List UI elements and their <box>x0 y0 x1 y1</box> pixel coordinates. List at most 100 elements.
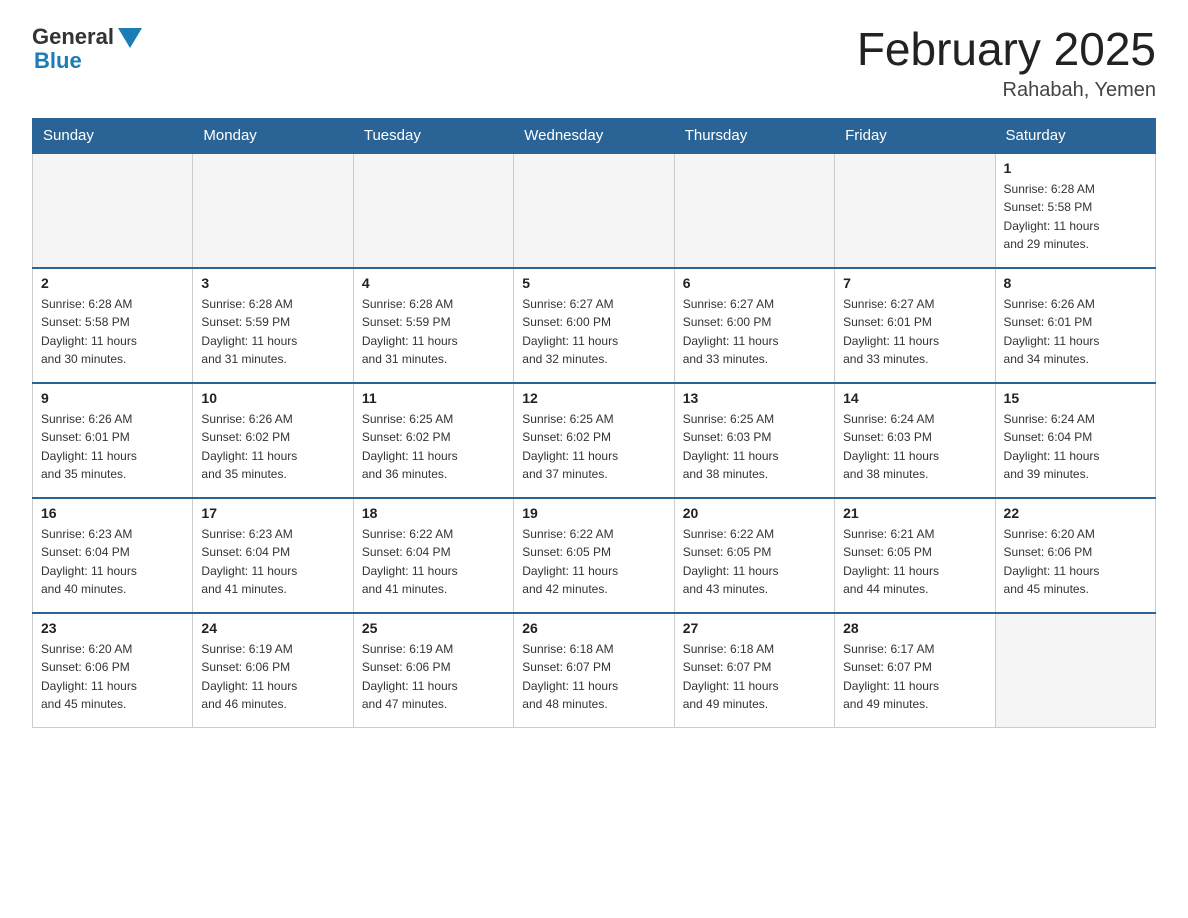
day-info: Sunrise: 6:23 AMSunset: 6:04 PMDaylight:… <box>201 525 344 599</box>
calendar-cell: 13 Sunrise: 6:25 AMSunset: 6:03 PMDayligh… <box>674 383 834 498</box>
day-number: 12 <box>522 390 665 406</box>
day-number: 15 <box>1004 390 1147 406</box>
day-number: 1 <box>1004 160 1147 176</box>
calendar-cell: 6 Sunrise: 6:27 AMSunset: 6:00 PMDaylight… <box>674 268 834 383</box>
calendar-cell <box>514 153 674 268</box>
calendar-week-row: 2 Sunrise: 6:28 AMSunset: 5:58 PMDaylight… <box>33 268 1156 383</box>
calendar-cell <box>995 613 1155 728</box>
calendar-week-row: 1 Sunrise: 6:28 AMSunset: 5:58 PMDaylight… <box>33 153 1156 268</box>
calendar-cell: 25 Sunrise: 6:19 AMSunset: 6:06 PMDayligh… <box>353 613 513 728</box>
day-number: 9 <box>41 390 184 406</box>
calendar-cell: 17 Sunrise: 6:23 AMSunset: 6:04 PMDayligh… <box>193 498 353 613</box>
logo-general-text: General <box>32 24 114 50</box>
day-info: Sunrise: 6:28 AMSunset: 5:58 PMDaylight:… <box>41 295 184 369</box>
day-info: Sunrise: 6:28 AMSunset: 5:58 PMDaylight:… <box>1004 180 1147 254</box>
day-number: 17 <box>201 505 344 521</box>
title-block: February 2025 Rahabah, Yemen <box>857 24 1156 102</box>
page-header: General Blue February 2025 Rahabah, Yeme… <box>32 24 1156 102</box>
calendar-header-sunday: Sunday <box>33 118 193 153</box>
day-info: Sunrise: 6:19 AMSunset: 6:06 PMDaylight:… <box>362 640 505 714</box>
day-info: Sunrise: 6:26 AMSunset: 6:01 PMDaylight:… <box>41 410 184 484</box>
day-info: Sunrise: 6:27 AMSunset: 6:00 PMDaylight:… <box>683 295 826 369</box>
calendar-cell <box>193 153 353 268</box>
day-number: 28 <box>843 620 986 636</box>
calendar-cell: 21 Sunrise: 6:21 AMSunset: 6:05 PMDayligh… <box>835 498 995 613</box>
day-number: 4 <box>362 275 505 291</box>
calendar-cell: 16 Sunrise: 6:23 AMSunset: 6:04 PMDayligh… <box>33 498 193 613</box>
day-info: Sunrise: 6:23 AMSunset: 6:04 PMDaylight:… <box>41 525 184 599</box>
calendar-cell: 26Sunrise: 6:18 AMSunset: 6:07 PMDayligh… <box>514 613 674 728</box>
calendar-cell: 10 Sunrise: 6:26 AMSunset: 6:02 PMDayligh… <box>193 383 353 498</box>
calendar-table: SundayMondayTuesdayWednesdayThursdayFrid… <box>32 118 1156 729</box>
calendar-cell: 11 Sunrise: 6:25 AMSunset: 6:02 PMDayligh… <box>353 383 513 498</box>
calendar-cell: 7 Sunrise: 6:27 AMSunset: 6:01 PMDaylight… <box>835 268 995 383</box>
day-info: Sunrise: 6:20 AMSunset: 6:06 PMDaylight:… <box>1004 525 1147 599</box>
calendar-header-monday: Monday <box>193 118 353 153</box>
calendar-cell <box>674 153 834 268</box>
day-number: 13 <box>683 390 826 406</box>
page-title: February 2025 <box>857 24 1156 75</box>
calendar-week-row: 16 Sunrise: 6:23 AMSunset: 6:04 PMDayligh… <box>33 498 1156 613</box>
day-number: 27 <box>683 620 826 636</box>
day-info: Sunrise: 6:22 AMSunset: 6:05 PMDaylight:… <box>522 525 665 599</box>
calendar-header-row: SundayMondayTuesdayWednesdayThursdayFrid… <box>33 118 1156 153</box>
day-number: 25 <box>362 620 505 636</box>
calendar-cell: 8 Sunrise: 6:26 AMSunset: 6:01 PMDaylight… <box>995 268 1155 383</box>
day-info: Sunrise: 6:19 AMSunset: 6:06 PMDaylight:… <box>201 640 344 714</box>
logo-blue-text: Blue <box>34 48 82 74</box>
day-number: 14 <box>843 390 986 406</box>
day-number: 7 <box>843 275 986 291</box>
calendar-cell: 27Sunrise: 6:18 AMSunset: 6:07 PMDayligh… <box>674 613 834 728</box>
logo: General Blue <box>32 24 142 74</box>
calendar-cell: 5 Sunrise: 6:27 AMSunset: 6:00 PMDaylight… <box>514 268 674 383</box>
day-number: 19 <box>522 505 665 521</box>
day-info: Sunrise: 6:28 AMSunset: 5:59 PMDaylight:… <box>201 295 344 369</box>
day-info: Sunrise: 6:20 AMSunset: 6:06 PMDaylight:… <box>41 640 184 714</box>
logo-triangle-icon <box>118 28 142 48</box>
calendar-cell: 15Sunrise: 6:24 AMSunset: 6:04 PMDayligh… <box>995 383 1155 498</box>
day-info: Sunrise: 6:25 AMSunset: 6:03 PMDaylight:… <box>683 410 826 484</box>
calendar-cell: 22 Sunrise: 6:20 AMSunset: 6:06 PMDayligh… <box>995 498 1155 613</box>
day-number: 22 <box>1004 505 1147 521</box>
day-info: Sunrise: 6:24 AMSunset: 6:03 PMDaylight:… <box>843 410 986 484</box>
day-info: Sunrise: 6:27 AMSunset: 6:01 PMDaylight:… <box>843 295 986 369</box>
day-info: Sunrise: 6:22 AMSunset: 6:05 PMDaylight:… <box>683 525 826 599</box>
calendar-cell: 4 Sunrise: 6:28 AMSunset: 5:59 PMDaylight… <box>353 268 513 383</box>
calendar-cell: 28Sunrise: 6:17 AMSunset: 6:07 PMDayligh… <box>835 613 995 728</box>
day-number: 18 <box>362 505 505 521</box>
day-number: 2 <box>41 275 184 291</box>
calendar-header-saturday: Saturday <box>995 118 1155 153</box>
day-number: 10 <box>201 390 344 406</box>
calendar-cell <box>835 153 995 268</box>
day-number: 24 <box>201 620 344 636</box>
calendar-header-tuesday: Tuesday <box>353 118 513 153</box>
day-info: Sunrise: 6:26 AMSunset: 6:02 PMDaylight:… <box>201 410 344 484</box>
day-number: 16 <box>41 505 184 521</box>
day-info: Sunrise: 6:27 AMSunset: 6:00 PMDaylight:… <box>522 295 665 369</box>
day-number: 26 <box>522 620 665 636</box>
day-info: Sunrise: 6:25 AMSunset: 6:02 PMDaylight:… <box>362 410 505 484</box>
day-number: 6 <box>683 275 826 291</box>
day-number: 11 <box>362 390 505 406</box>
calendar-cell <box>353 153 513 268</box>
calendar-cell: 12 Sunrise: 6:25 AMSunset: 6:02 PMDayligh… <box>514 383 674 498</box>
calendar-cell: 9 Sunrise: 6:26 AMSunset: 6:01 PMDaylight… <box>33 383 193 498</box>
day-number: 20 <box>683 505 826 521</box>
day-info: Sunrise: 6:28 AMSunset: 5:59 PMDaylight:… <box>362 295 505 369</box>
day-number: 8 <box>1004 275 1147 291</box>
calendar-cell: 19 Sunrise: 6:22 AMSunset: 6:05 PMDayligh… <box>514 498 674 613</box>
day-info: Sunrise: 6:21 AMSunset: 6:05 PMDaylight:… <box>843 525 986 599</box>
day-number: 3 <box>201 275 344 291</box>
calendar-cell: 20 Sunrise: 6:22 AMSunset: 6:05 PMDayligh… <box>674 498 834 613</box>
calendar-header-wednesday: Wednesday <box>514 118 674 153</box>
day-info: Sunrise: 6:26 AMSunset: 6:01 PMDaylight:… <box>1004 295 1147 369</box>
day-info: Sunrise: 6:25 AMSunset: 6:02 PMDaylight:… <box>522 410 665 484</box>
calendar-cell: 24 Sunrise: 6:19 AMSunset: 6:06 PMDayligh… <box>193 613 353 728</box>
subtitle: Rahabah, Yemen <box>857 79 1156 102</box>
calendar-cell: 2 Sunrise: 6:28 AMSunset: 5:58 PMDaylight… <box>33 268 193 383</box>
calendar-cell: 23 Sunrise: 6:20 AMSunset: 6:06 PMDayligh… <box>33 613 193 728</box>
day-number: 5 <box>522 275 665 291</box>
calendar-cell: 1 Sunrise: 6:28 AMSunset: 5:58 PMDaylight… <box>995 153 1155 268</box>
day-number: 21 <box>843 505 986 521</box>
day-number: 23 <box>41 620 184 636</box>
